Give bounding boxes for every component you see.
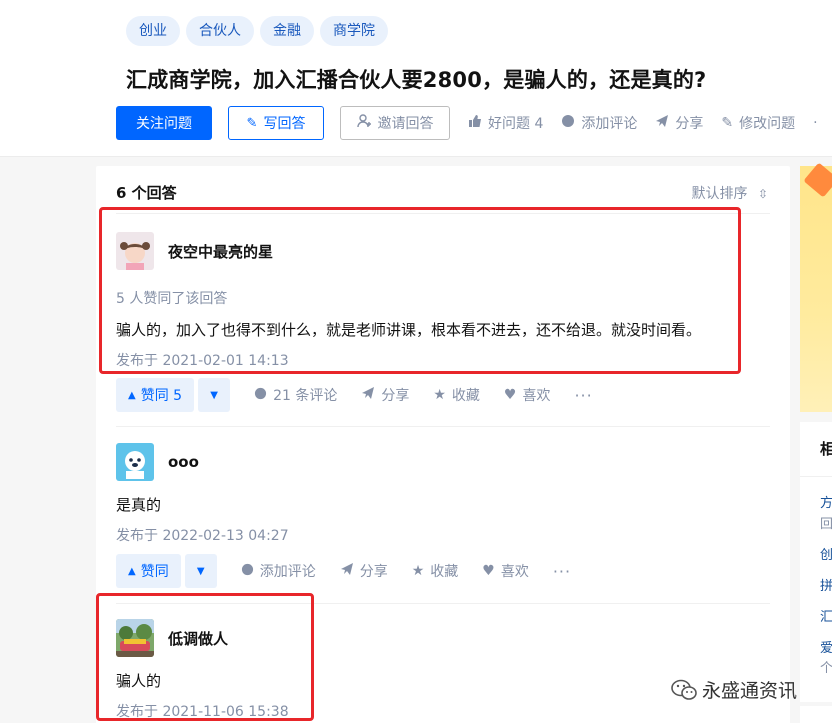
downvote-button[interactable]: ▼ [198, 378, 231, 412]
paper-plane-icon [340, 562, 354, 580]
like-label: 喜欢 [522, 388, 551, 404]
star-icon: ★ [433, 387, 446, 403]
downvote-button[interactable]: ▼ [184, 554, 217, 588]
highlight-box [96, 593, 314, 721]
add-comment-label: 添加评论 [581, 116, 638, 132]
thumbs-up-icon [468, 114, 482, 132]
watermark-text: 永盛通资讯 [702, 680, 798, 702]
sort-arrows-icon: ⇳ [757, 187, 768, 201]
triangle-down-icon: ▼ [210, 389, 218, 401]
comments-label: 21 条评论 [273, 388, 338, 404]
good-question-label: 好问题 4 [488, 116, 544, 132]
avatar[interactable] [116, 443, 154, 481]
related-item-meta: 回 [820, 517, 832, 532]
related-item-meta: 个 [820, 661, 832, 676]
sort-dropdown[interactable]: 默认排序 ⇳ [691, 183, 768, 203]
topic-tag[interactable]: 合伙人 [186, 16, 254, 46]
publish-time[interactable]: 发布于 2022-02-13 04:27 [116, 525, 770, 545]
invite-label: 邀请回答 [377, 116, 434, 132]
triangle-down-icon: ▼ [196, 565, 205, 577]
add-comment-button[interactable]: 添加评论 [561, 113, 637, 133]
answer-author: ooo [116, 443, 770, 481]
share-button[interactable]: 分享 [361, 385, 409, 405]
share-label: 分享 [675, 116, 704, 132]
related-item[interactable]: 爱 [820, 637, 832, 656]
upvote-label: 赞同 [140, 564, 169, 580]
related-item[interactable]: 汇 [820, 606, 832, 625]
more-options-button[interactable]: · [813, 115, 817, 131]
topic-tag[interactable]: 金融 [260, 16, 314, 46]
collect-button[interactable]: ★ 收藏 [412, 561, 459, 581]
heart-icon: ♥ [503, 387, 517, 403]
comments-button[interactable]: 21 条评论 [254, 385, 337, 405]
paper-plane-icon [361, 386, 375, 404]
sidebar-banner[interactable] [800, 166, 832, 412]
sort-label: 默认排序 [691, 186, 748, 202]
answer-count: 6 个回答 [116, 184, 177, 202]
more-label: ··· [552, 561, 572, 581]
question-title: 汇成商学院，加入汇播合伙人要2800，是骗人的，还是真的? [126, 68, 707, 92]
paper-plane-icon [655, 114, 669, 132]
share-label: 分享 [381, 388, 410, 404]
upvote-button[interactable]: ▲ 赞同 [116, 554, 181, 588]
edit-question-button[interactable]: ✎ 修改问题 [721, 113, 795, 133]
topic-tags: 创业 合伙人 金融 商学院 [126, 16, 388, 46]
divider [116, 426, 770, 427]
collect-button[interactable]: ★ 收藏 [433, 385, 480, 405]
related-item[interactable]: 拼 [820, 575, 832, 594]
highlight-box [99, 207, 741, 374]
comments-button[interactable]: 添加评论 [241, 561, 316, 581]
related-title: 相 [820, 440, 832, 458]
triangle-up-icon: ▲ [128, 565, 136, 577]
topic-tag[interactable]: 商学院 [320, 16, 388, 46]
share-label: 分享 [359, 564, 388, 580]
heart-icon: ♥ [482, 563, 495, 579]
answer-action-bar: ▲ 赞同 ▼ 添加评论 分享 ★ 收藏 ♥ 喜欢 ··· [116, 554, 571, 588]
like-button[interactable]: ♥ 喜欢 [504, 385, 551, 405]
more-button[interactable]: ··· [574, 386, 592, 405]
share-button[interactable]: 分享 [655, 113, 703, 133]
write-answer-button[interactable]: ✎ 写回答 [228, 106, 324, 140]
like-button[interactable]: ♥ 喜欢 [482, 561, 529, 581]
more-label: · [813, 115, 818, 131]
sidebar-card [800, 706, 832, 723]
answer-item: ooo 是真的 发布于 2022-02-13 04:27 [116, 443, 770, 545]
related-item[interactable]: 创 [820, 544, 832, 563]
upvote-button[interactable]: ▲ 赞同 5 [116, 378, 195, 412]
answer-action-bar: ▲ 赞同 5 ▼ 21 条评论 分享 ★ 收藏 ♥ 喜欢 ··· [116, 378, 593, 412]
invite-answer-button[interactable]: 邀请回答 [340, 106, 450, 140]
related-item[interactable]: 方 [820, 492, 832, 511]
watermark: 永盛通资讯 [670, 676, 797, 703]
like-label: 喜欢 [500, 564, 529, 580]
triangle-up-icon: ▲ [128, 389, 136, 401]
author-name[interactable]: ooo [168, 453, 199, 471]
divider [800, 476, 832, 477]
comment-icon [254, 387, 267, 404]
collect-label: 收藏 [451, 388, 480, 404]
edit-label: 修改问题 [739, 116, 796, 132]
wechat-icon [671, 679, 697, 700]
more-button[interactable]: ··· [553, 562, 571, 581]
collect-label: 收藏 [430, 564, 459, 580]
share-button[interactable]: 分享 [340, 561, 388, 581]
pencil-icon: ✎ [246, 115, 258, 131]
comments-label: 添加评论 [259, 564, 316, 580]
question-header: 创业 合伙人 金融 商学院 汇成商学院，加入汇播合伙人要2800，是骗人的，还是… [0, 0, 832, 157]
star-icon: ★ [411, 563, 425, 579]
write-label: 写回答 [263, 116, 306, 132]
upvote-label: 赞同 5 [140, 388, 183, 404]
more-label: ··· [574, 385, 593, 405]
question-actions: 关注问题 ✎ 写回答 邀请回答 好问题 4 添加评论 分享 ✎ 修改问题 · [116, 106, 818, 140]
comment-icon [241, 563, 254, 580]
answer-content: 是真的 [116, 496, 162, 514]
add-user-icon [356, 114, 372, 132]
follow-question-button[interactable]: 关注问题 [116, 106, 212, 140]
pencil-icon: ✎ [721, 115, 734, 131]
topic-tag[interactable]: 创业 [126, 16, 180, 46]
follow-label: 关注问题 [136, 116, 192, 132]
comment-icon [561, 114, 575, 132]
good-question-button[interactable]: 好问题 4 [468, 113, 543, 133]
